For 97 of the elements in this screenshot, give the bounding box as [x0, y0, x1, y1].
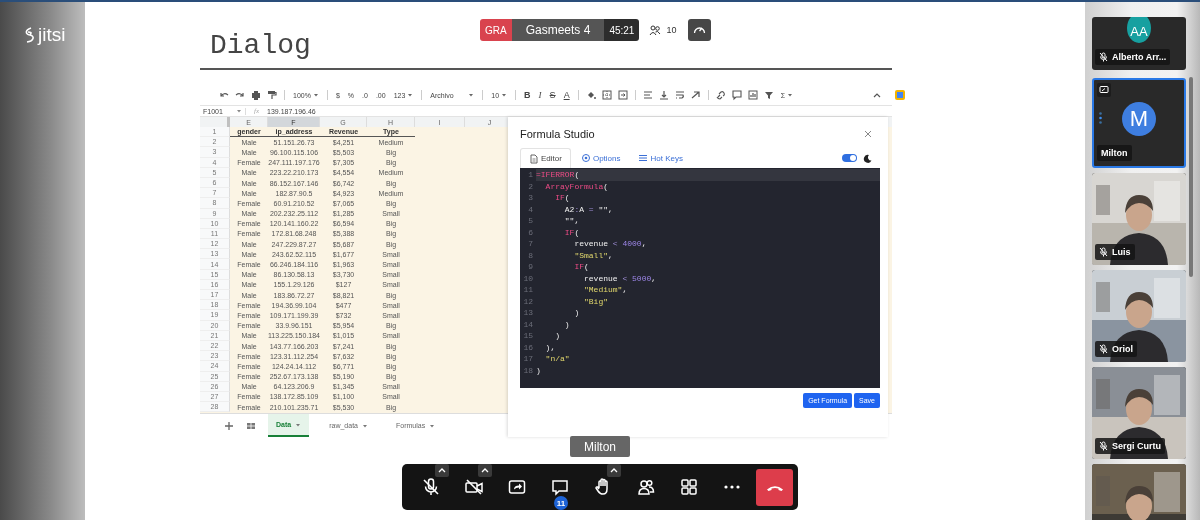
line-number: 18 — [522, 365, 534, 375]
add-icon[interactable] — [224, 420, 234, 431]
code-line: "Medium", — [583, 284, 629, 296]
paint-roller-icon[interactable] — [266, 89, 278, 101]
dialog-title: Formula Studio — [520, 128, 595, 140]
code-line: "n/a" — [544, 353, 571, 365]
dots-icon — [1099, 112, 1102, 124]
caret-icon — [786, 92, 793, 98]
line-number: 2 — [527, 181, 534, 191]
align-bottom-icon[interactable] — [657, 89, 670, 101]
code-line: revenue < 4000, — [573, 238, 648, 250]
participant-name: Sergi Curtu — [1112, 441, 1161, 451]
video-tile[interactable]: M Milton — [1092, 78, 1186, 168]
unread-badge: 11 — [554, 496, 568, 510]
muted-microphone-icon — [1099, 344, 1108, 354]
hang-up-button[interactable] — [756, 468, 793, 506]
caret-icon — [236, 108, 242, 114]
line-number: 14 — [522, 319, 534, 329]
participant-name: Alberto Arr... — [1112, 52, 1167, 62]
avatar: AA — [1127, 17, 1151, 43]
gear-icon — [580, 153, 591, 163]
screen-share-icon — [1097, 83, 1111, 97]
line-number: 16 — [522, 342, 534, 352]
code-line: ArrayFormula( — [544, 180, 610, 192]
list-icon — [638, 153, 649, 163]
print-icon[interactable] — [250, 89, 262, 101]
add-on-icon[interactable] — [894, 89, 906, 101]
caret-icon — [295, 421, 302, 428]
toggle-switch[interactable] — [842, 154, 857, 162]
italic-button[interactable]: I — [536, 90, 544, 100]
code-line: ) — [573, 307, 581, 319]
code-line: ) — [554, 330, 561, 342]
sheet-list-icon[interactable] — [246, 420, 256, 431]
caret-icon — [501, 92, 508, 98]
participant-name: Milton — [1101, 148, 1128, 158]
region-badge: GRA — [480, 19, 512, 41]
line-number: 4 — [527, 204, 534, 214]
close-icon[interactable] — [864, 130, 872, 138]
line-number: 5 — [527, 216, 534, 226]
filter-icon[interactable] — [762, 89, 775, 101]
chart-icon[interactable] — [746, 89, 759, 101]
logo-text: jitsi — [38, 24, 66, 46]
phone-icon — [766, 483, 783, 491]
avatar: M — [1122, 102, 1156, 136]
code-line: ), — [544, 341, 557, 353]
chevron-button[interactable] — [607, 464, 621, 477]
heading: Dialog — [210, 30, 311, 62]
code-line: IF( — [573, 261, 590, 273]
participant-name: Luis — [1112, 247, 1131, 257]
code-line: ) — [563, 318, 571, 330]
dialog-tab[interactable]: Options — [572, 148, 629, 168]
caret-icon — [362, 422, 368, 429]
people-icon — [649, 24, 662, 36]
code-line: revenue < 5000, — [583, 272, 658, 284]
caret-icon — [312, 92, 319, 98]
code-line: IF( — [563, 226, 581, 238]
text-wrap-icon[interactable] — [673, 89, 686, 101]
bold-button[interactable]: B — [522, 90, 533, 100]
line-number: 12 — [522, 296, 534, 306]
comment-icon[interactable] — [730, 89, 743, 101]
line-number: 11 — [522, 285, 534, 295]
text-color-button[interactable]: A — [561, 90, 572, 100]
participant-count: 10 — [666, 25, 677, 35]
participant-name: Oriol — [1112, 344, 1133, 354]
chevron-button[interactable] — [435, 464, 449, 477]
line-number: 6 — [527, 227, 534, 237]
code-line: "", — [563, 215, 581, 227]
code-line: ) — [536, 364, 542, 376]
line-number: 15 — [522, 331, 534, 341]
dialog-tab[interactable]: Hot Keys — [630, 148, 691, 168]
chevron-button[interactable] — [478, 464, 492, 477]
caret-icon — [468, 92, 475, 98]
scrollbar[interactable] — [1189, 77, 1193, 277]
merge-cells-icon[interactable] — [616, 89, 629, 101]
code-line: IF( — [554, 192, 571, 204]
muted-microphone-icon — [1099, 441, 1108, 451]
tooltip: Milton — [570, 436, 630, 457]
more-icon — [724, 485, 740, 489]
text-rotate-icon[interactable] — [689, 89, 702, 101]
borders-icon[interactable] — [600, 89, 613, 101]
meeting-timer: 45:21 — [604, 19, 640, 41]
meeting-name: Gasmeets 4 — [511, 19, 605, 41]
code-line: "Big" — [583, 295, 609, 307]
muted-microphone-icon — [1099, 247, 1108, 257]
caret-icon — [407, 92, 414, 98]
muted-microphone-icon — [1099, 52, 1108, 62]
moon-icon — [863, 153, 872, 163]
caret-icon — [429, 422, 436, 429]
line-number: 10 — [522, 273, 534, 283]
line-number: 13 — [522, 308, 534, 318]
document-icon — [529, 153, 539, 164]
gauge-icon[interactable] — [688, 19, 712, 41]
code-line: "Small", — [573, 249, 614, 261]
code-line: A2:A = "", — [563, 203, 614, 215]
link-icon[interactable] — [714, 89, 727, 101]
video-tile[interactable]: AA Alberto Arr... — [1092, 17, 1186, 70]
line-number: 17 — [522, 354, 534, 364]
